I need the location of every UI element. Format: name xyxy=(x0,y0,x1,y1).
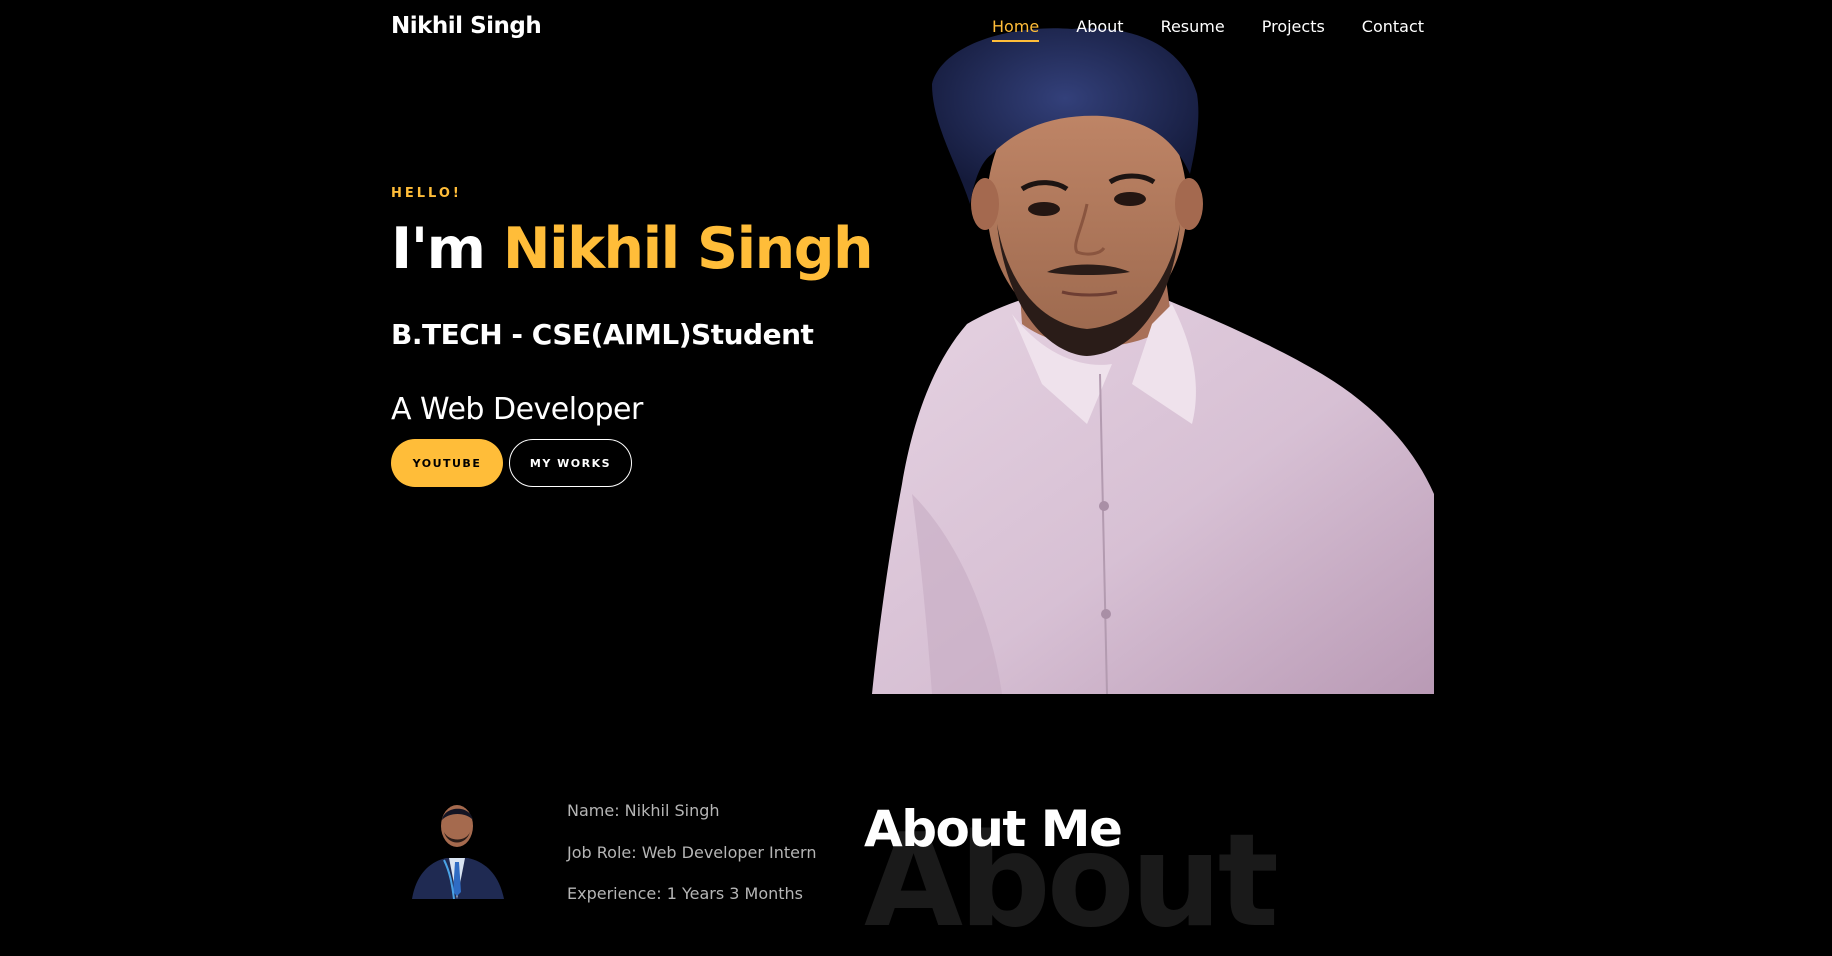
nav-item-contact[interactable]: Contact xyxy=(1362,17,1424,36)
hero-portrait-image xyxy=(872,24,1434,694)
hero-typed-text: A Web Developer xyxy=(391,392,643,427)
youtube-button[interactable]: YOUTUBE xyxy=(391,439,503,487)
hero-subtitle: B.TECH - CSE(AIML)Student xyxy=(391,318,814,351)
nav-item-projects[interactable]: Projects xyxy=(1262,17,1325,36)
nav-menu: Home About Resume Projects Contact xyxy=(992,17,1424,42)
hero-title-name: Nikhil Singh xyxy=(502,216,874,282)
hero-greeting: HELLO! xyxy=(391,186,462,201)
nav-item-resume[interactable]: Resume xyxy=(1161,17,1225,36)
about-title: About Me xyxy=(864,800,1123,858)
about-info-name: Name: Nikhil Singh xyxy=(567,801,720,820)
about-info-experience: Experience: 1 Years 3 Months xyxy=(567,884,804,903)
nav-item-about[interactable]: About xyxy=(1076,17,1123,36)
hero-title-prefix: I'm xyxy=(391,216,503,282)
hero-title: I'm Nikhil Singh xyxy=(391,216,874,282)
nav-item-home[interactable]: Home xyxy=(992,17,1040,42)
site-logo[interactable]: Nikhil Singh xyxy=(391,13,542,39)
about-info-job-role: Job Role: Web Developer Intern xyxy=(567,843,817,862)
navbar: Nikhil Singh Home About Resume Projects … xyxy=(0,0,1832,56)
about-avatar-image xyxy=(404,800,510,899)
my-works-button[interactable]: MY WORKS xyxy=(509,439,632,487)
